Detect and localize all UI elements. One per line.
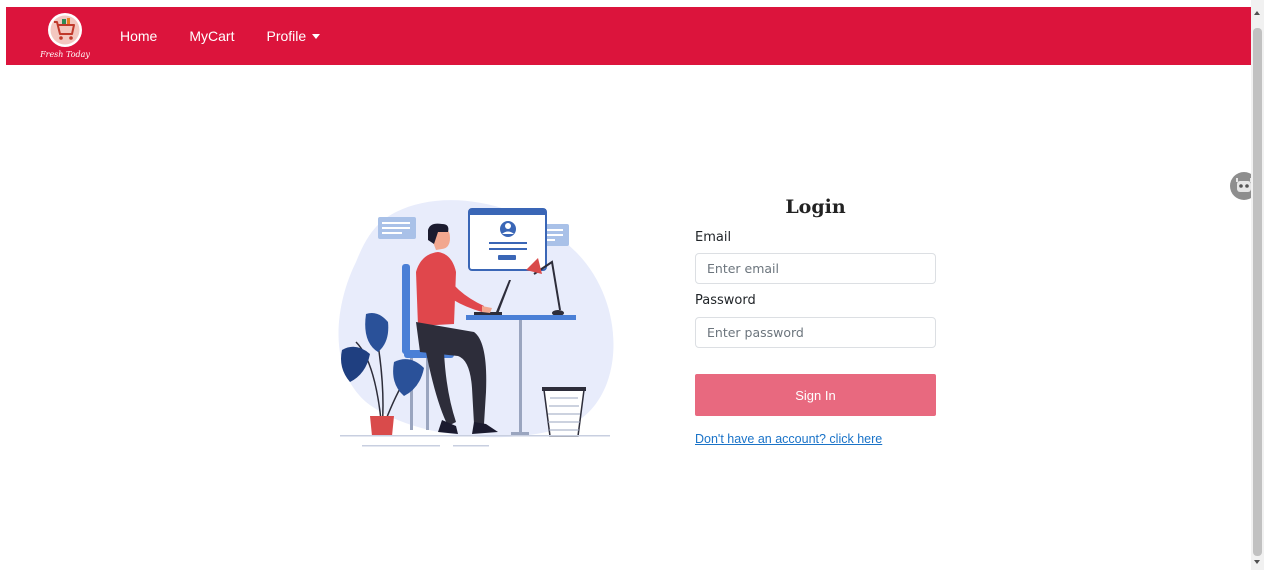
vertical-scrollbar[interactable] <box>1251 0 1264 570</box>
email-label: Email <box>695 230 732 245</box>
password-label: Password <box>695 293 756 308</box>
scroll-thumb[interactable] <box>1253 28 1262 556</box>
password-input[interactable] <box>695 317 936 348</box>
scroll-up-arrow-icon[interactable] <box>1254 11 1260 15</box>
email-input[interactable] <box>695 253 936 284</box>
nav-profile-dropdown[interactable]: Profile <box>266 28 321 44</box>
shopping-cart-logo-icon: Fresh Today <box>39 13 90 59</box>
nav-mycart-link[interactable]: MyCart <box>189 28 234 44</box>
signup-link[interactable]: Don't have an account? click here <box>695 432 882 446</box>
nav-links: Home MyCart Profile <box>120 7 352 65</box>
brand-logo[interactable]: Fresh Today <box>39 10 90 62</box>
top-navbar: Fresh Today Home MyCart Profile <box>6 7 1251 65</box>
nav-profile-label: Profile <box>266 28 307 44</box>
nav-home-link[interactable]: Home <box>120 28 157 44</box>
scroll-down-arrow-icon[interactable] <box>1254 560 1260 564</box>
viewport: Fresh Today Home MyCart Profile Login Em… <box>0 0 1264 570</box>
login-illustration <box>326 192 626 452</box>
person-at-desk-illustration <box>338 200 614 447</box>
chevron-down-icon <box>312 34 321 39</box>
logo-text: Fresh Today <box>40 50 90 59</box>
sign-in-button[interactable]: Sign In <box>695 374 936 416</box>
login-title: Login <box>785 196 846 218</box>
